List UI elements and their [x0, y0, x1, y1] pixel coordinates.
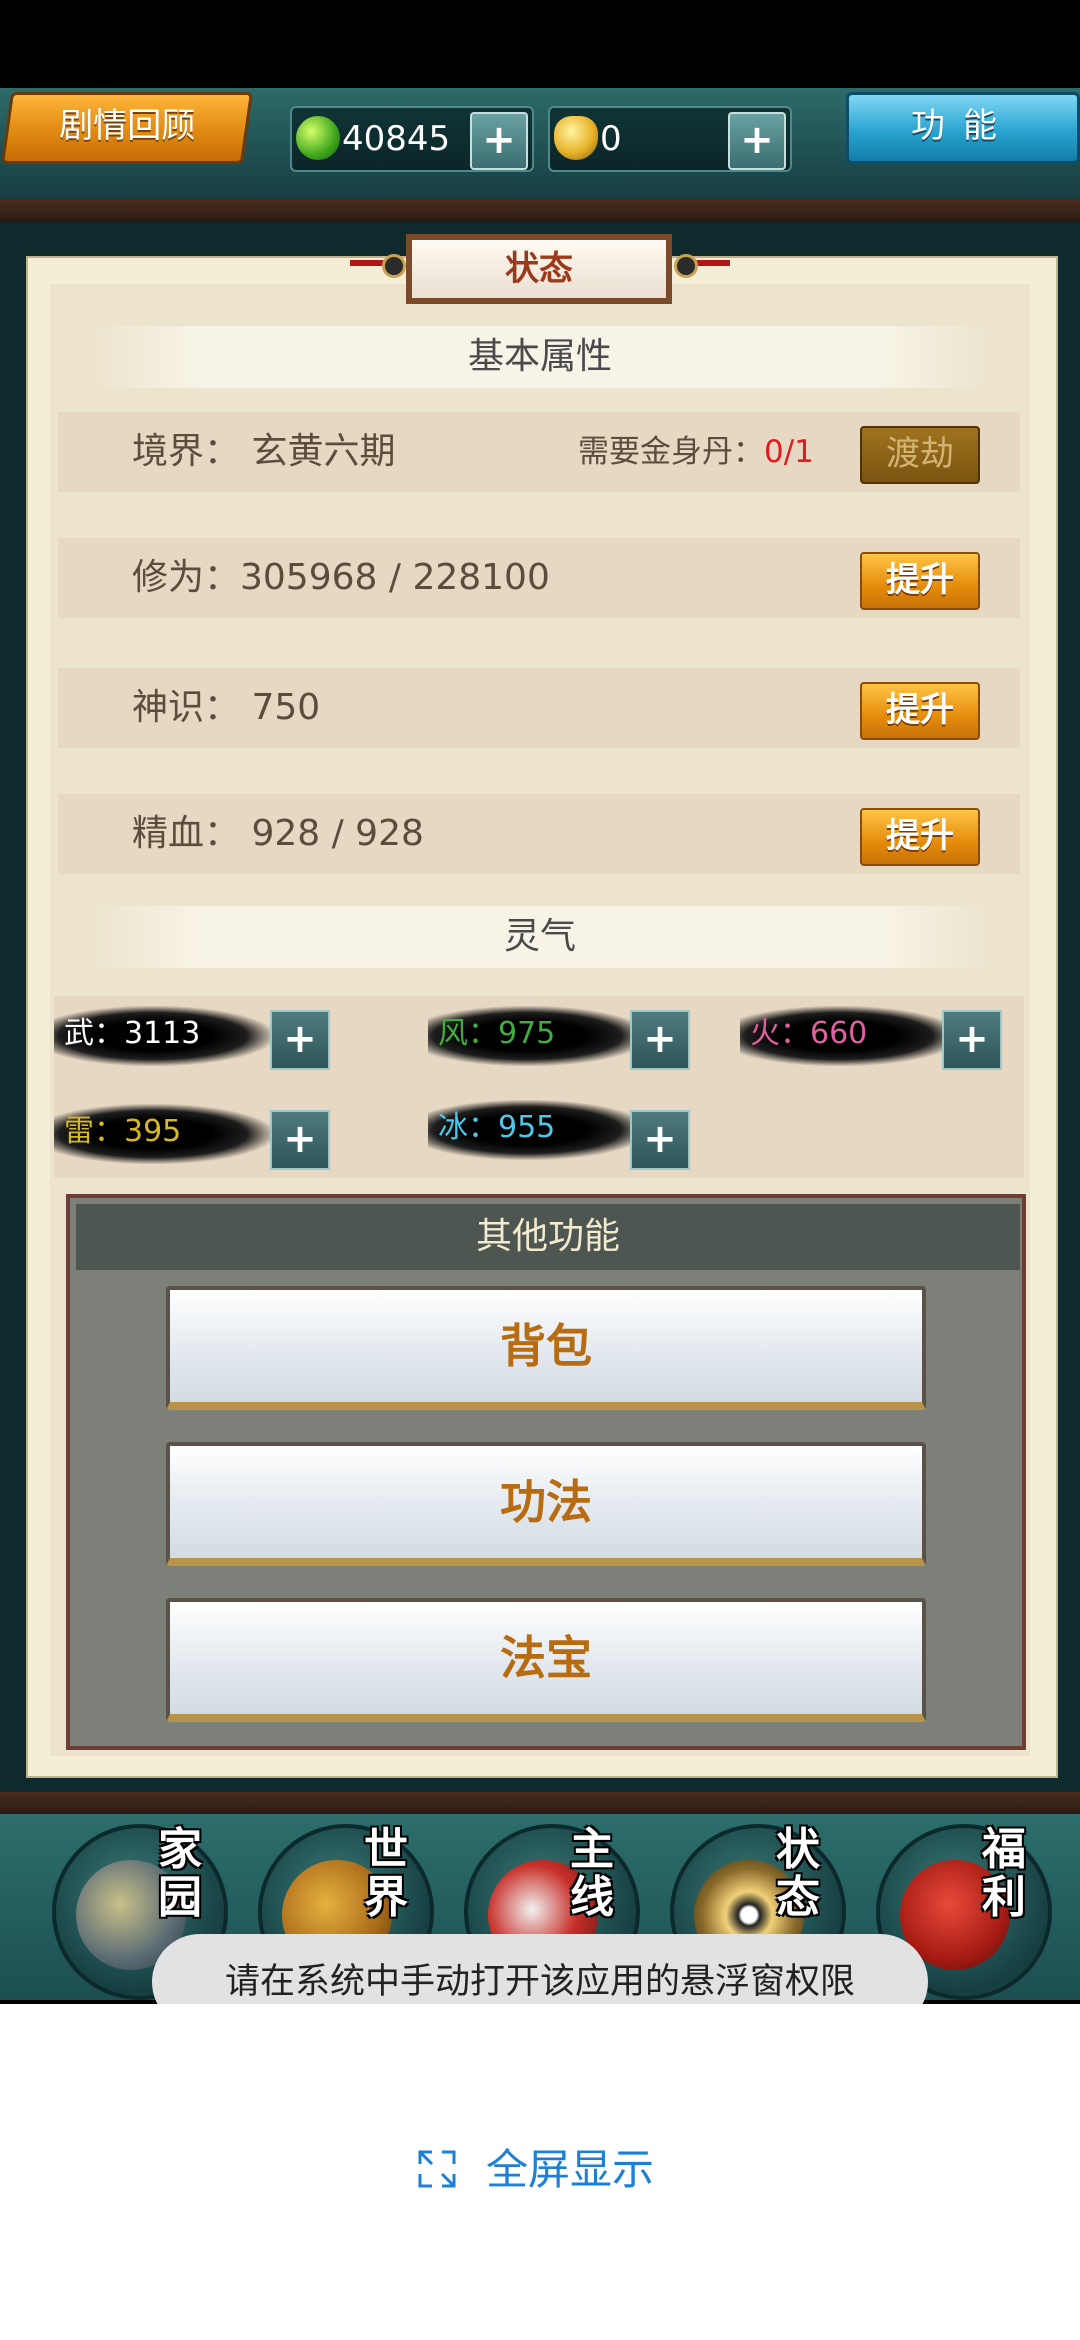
tribulation-button[interactable]: 渡劫: [860, 426, 980, 484]
plaque-ring: [382, 254, 406, 278]
essence-blood-row: 精血： 928 / 928 提升: [58, 794, 1020, 874]
wind-energy-label: 风：: [438, 1016, 498, 1051]
ice-energy: 冰：955: [428, 1100, 648, 1160]
panel-title: 状态: [406, 234, 672, 304]
fullscreen-label: 全屏显示: [486, 2145, 655, 2194]
skills-button[interactable]: 功法: [166, 1442, 926, 1566]
fire-energy-label: 火：: [750, 1016, 810, 1051]
add-thunder-button[interactable]: +: [270, 1110, 330, 1170]
gold-currency: 0 +: [548, 106, 792, 172]
add-ice-button[interactable]: +: [630, 1110, 690, 1170]
fire-energy-text: 火：660: [750, 1006, 867, 1062]
jade-currency: 40845 +: [290, 106, 534, 172]
ice-energy-value: 955: [498, 1110, 556, 1145]
add-wind-button[interactable]: +: [630, 1010, 690, 1070]
add-jade-button[interactable]: +: [470, 112, 528, 170]
realm-row: 境界： 玄黄六期 需要金身丹：0/1 渡劫: [58, 412, 1020, 492]
plaque-ring: [674, 254, 698, 278]
other-functions-header: 其他功能: [76, 1204, 1020, 1270]
basic-attributes-header: 基本属性: [90, 326, 990, 388]
nav-label-main-quest: 主线: [570, 1824, 614, 1923]
essence-blood-label: 精血： 928 / 928: [132, 813, 424, 854]
function-button[interactable]: 功能: [846, 92, 1080, 164]
gold-amount: 0: [600, 119, 622, 159]
nav-label-welfare: 福利: [982, 1824, 1026, 1923]
spirit-sense-label: 神识： 750: [132, 687, 321, 728]
upgrade-essence-blood-button[interactable]: 提升: [860, 808, 980, 866]
thunder-energy-value: 395: [124, 1114, 182, 1149]
gold-ingot-icon: [554, 116, 598, 160]
wind-energy: 风：975: [428, 1006, 648, 1066]
spirit-energy-header: 灵气: [90, 906, 990, 968]
story-review-label: 剧情回顾: [59, 106, 196, 146]
nav-label-world: 世界: [364, 1824, 408, 1923]
add-gold-button[interactable]: +: [728, 112, 786, 170]
martial-energy: 武：3113: [54, 1006, 274, 1066]
upgrade-cultivation-button[interactable]: 提升: [860, 552, 980, 610]
thunder-energy-text: 雷：395: [64, 1104, 181, 1160]
martial-energy-value: 3113: [124, 1016, 201, 1051]
ice-energy-label: 冰：: [438, 1110, 498, 1145]
required-pill-count: 0/1: [764, 434, 814, 470]
required-pill-text: 需要金身丹：: [578, 434, 764, 470]
story-review-button[interactable]: 剧情回顾: [0, 92, 254, 164]
fire-energy: 火：660: [740, 1006, 960, 1066]
treasure-button[interactable]: 法宝: [166, 1598, 926, 1722]
cultivation-row: 修为：305968 / 228100 提升: [58, 538, 1020, 618]
wind-energy-value: 975: [498, 1016, 556, 1051]
spirit-energy-area: 武：3113 + 风：975 + 火：660 + 雷：395 + 冰：955 +: [54, 996, 1024, 1178]
add-fire-button[interactable]: +: [942, 1010, 1002, 1070]
realm-label: 境界： 玄黄六期: [132, 431, 396, 472]
wind-energy-text: 风：975: [438, 1006, 555, 1062]
panel-title-plaque: 状态: [350, 234, 730, 306]
cultivation-label: 修为：305968 / 228100: [132, 557, 550, 598]
jade-amount: 40845: [342, 119, 451, 159]
thunder-energy: 雷：395: [54, 1104, 274, 1164]
required-pill-label: 需要金身丹：0/1: [578, 412, 814, 492]
fire-energy-value: 660: [810, 1016, 868, 1051]
status-bar: [0, 0, 1080, 88]
nav-divider: [0, 1792, 1080, 1814]
thunder-energy-label: 雷：: [64, 1114, 124, 1149]
spirit-sense-row: 神识： 750 提升: [58, 668, 1020, 748]
ice-energy-text: 冰：955: [438, 1100, 555, 1156]
nav-label-home: 家园: [158, 1824, 202, 1923]
martial-energy-label: 武：: [64, 1016, 124, 1051]
jade-coin-icon: [296, 116, 340, 160]
bag-button[interactable]: 背包: [166, 1286, 926, 1410]
martial-energy-text: 武：3113: [64, 1006, 200, 1062]
nav-label-status: 状态: [776, 1824, 820, 1923]
hud-divider: [0, 200, 1080, 222]
upgrade-spirit-sense-button[interactable]: 提升: [860, 682, 980, 740]
add-martial-button[interactable]: +: [270, 1010, 330, 1070]
expand-icon: [418, 2150, 456, 2188]
